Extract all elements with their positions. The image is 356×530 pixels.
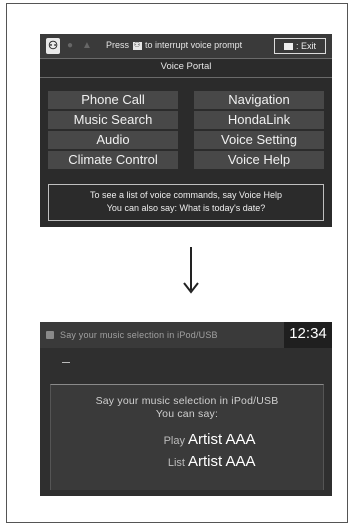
you-can-say: You can say: (155, 408, 219, 420)
music-top-text: Say your music selection in iPod/USB (60, 330, 218, 340)
signal-status-icon: ▲ (82, 40, 92, 51)
exit-button[interactable]: : Exit (274, 38, 326, 54)
play-verb: Play (163, 435, 185, 447)
command-audio[interactable]: Audio (48, 131, 178, 149)
phone-status-icon: ● (66, 40, 74, 51)
music-selection-screen: Say your music selection in iPod/USB 12:… (40, 322, 332, 496)
interrupt-prompt: Press ⚇ to interrupt voice prompt (106, 40, 242, 50)
list-artist: Artist AAA (188, 453, 256, 470)
talk-icon: ⚇ (46, 38, 60, 54)
play-command[interactable]: Play Artist AAA (161, 431, 256, 449)
music-topbar: Say your music selection in iPod/USB (40, 322, 290, 348)
help-line-2: You can also say: What is today's date? (106, 203, 266, 213)
talk-button-icon: ⚇ (132, 41, 142, 50)
list-verb: List (167, 457, 185, 469)
command-navigation[interactable]: Navigation (194, 91, 324, 109)
back-icon (283, 43, 293, 51)
voice-prompt-panel: Say your music selection in iPod/USB You… (50, 384, 324, 490)
command-voice-help[interactable]: Voice Help (194, 151, 324, 169)
command-music-search[interactable]: Music Search (48, 111, 178, 129)
portal-title: Voice Portal (160, 61, 212, 72)
exit-label: : Exit (295, 41, 316, 51)
voice-icon (46, 331, 54, 339)
command-phone-call[interactable]: Phone Call (48, 91, 178, 109)
down-arrow-icon (183, 247, 199, 294)
title-divider (40, 77, 332, 78)
help-line-1: To see a list of voice commands, say Voi… (89, 190, 283, 200)
command-voice-setting[interactable]: Voice Setting (194, 131, 324, 149)
music-instruction: Say your music selection in iPod/USB (95, 395, 279, 407)
command-hondalink[interactable]: HondaLink (194, 111, 324, 129)
prompt-prefix: Press (106, 40, 130, 50)
prompt-suffix: to interrupt voice prompt (145, 40, 243, 50)
play-artist: Artist AAA (188, 431, 256, 448)
command-climate-control[interactable]: Climate Control (48, 151, 178, 169)
clock: 12:34 (284, 322, 332, 348)
list-command[interactable]: List Artist AAA (161, 453, 256, 471)
help-message-box: To see a list of voice commands, say Voi… (48, 184, 324, 221)
voice-portal-topbar: ⚇ ● ▲ Press ⚇ to interrupt voice prompt … (40, 34, 332, 59)
voice-portal-screen: ⚇ ● ▲ Press ⚇ to interrupt voice prompt … (40, 34, 332, 227)
figure-frame: ⚇ ● ▲ Press ⚇ to interrupt voice prompt … (6, 3, 348, 523)
menu-dash (62, 362, 70, 363)
